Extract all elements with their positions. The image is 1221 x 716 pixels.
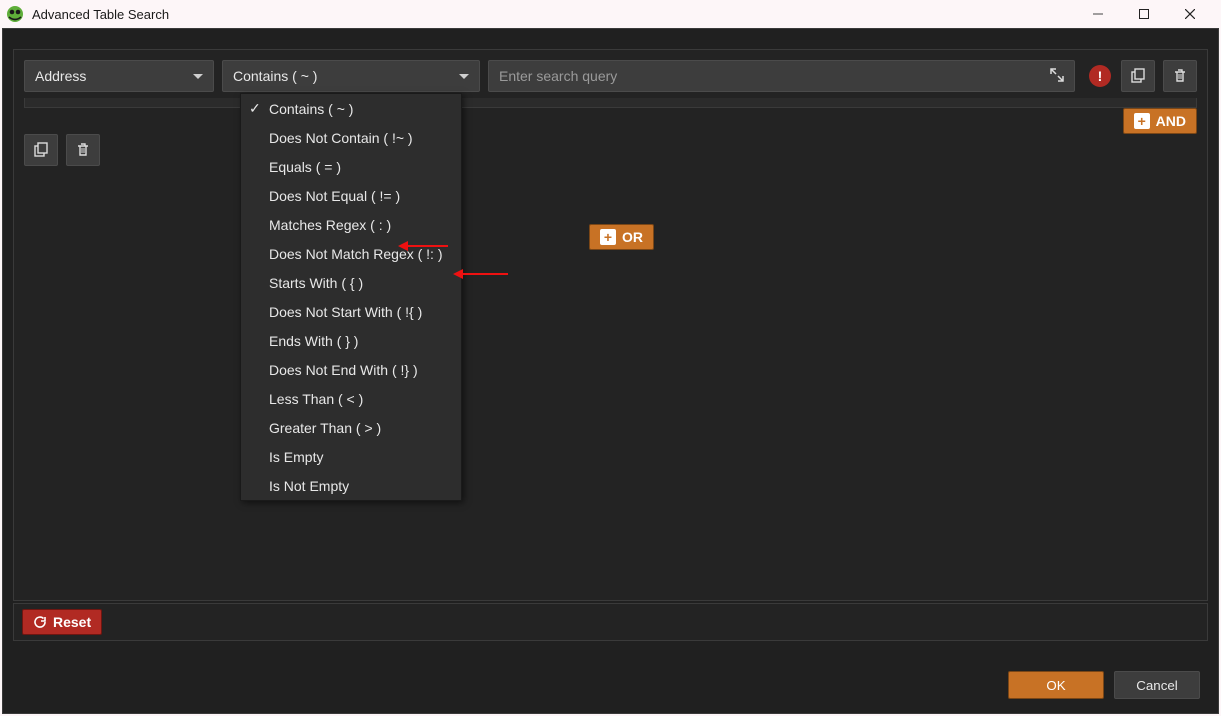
- criteria-row: Address Contains ( ~ ) !: [14, 50, 1207, 92]
- refresh-icon: [33, 615, 47, 629]
- add-and-label: AND: [1156, 113, 1186, 129]
- delete-group-button[interactable]: [66, 134, 100, 166]
- chevron-down-icon: [193, 74, 203, 79]
- add-and-button[interactable]: + AND: [1123, 108, 1197, 134]
- duplicate-rule-button[interactable]: [1121, 60, 1155, 92]
- search-field-wrap: [488, 60, 1075, 92]
- operator-option[interactable]: Greater Than ( > ): [241, 413, 461, 442]
- error-indicator-icon[interactable]: !: [1089, 65, 1111, 87]
- operator-option[interactable]: Is Empty: [241, 442, 461, 471]
- titlebar: Advanced Table Search: [0, 0, 1221, 28]
- minimize-button[interactable]: [1075, 0, 1121, 28]
- duplicate-group-button[interactable]: [24, 134, 58, 166]
- operator-option[interactable]: Less Than ( < ): [241, 384, 461, 413]
- reset-bar: Reset: [13, 603, 1208, 641]
- annotation-arrow: [398, 239, 448, 253]
- field-select[interactable]: Address: [24, 60, 214, 92]
- plus-icon: +: [600, 229, 616, 245]
- operator-option[interactable]: Contains ( ~ ): [241, 94, 461, 123]
- operator-dropdown: Contains ( ~ )Does Not Contain ( !~ )Equ…: [240, 93, 462, 501]
- app-body: Address Contains ( ~ ) !: [2, 28, 1219, 714]
- reset-button[interactable]: Reset: [22, 609, 102, 635]
- plus-icon: +: [1134, 113, 1150, 129]
- operator-option[interactable]: Equals ( = ): [241, 152, 461, 181]
- close-button[interactable]: [1167, 0, 1213, 28]
- group-actions: [14, 108, 1207, 166]
- operator-option[interactable]: Does Not End With ( !} ): [241, 355, 461, 384]
- chevron-down-icon: [459, 74, 469, 79]
- operator-option[interactable]: Is Not Empty: [241, 471, 461, 500]
- delete-rule-button[interactable]: [1163, 60, 1197, 92]
- ok-button[interactable]: OK: [1008, 671, 1104, 699]
- expand-icon[interactable]: [1050, 68, 1064, 85]
- operator-option[interactable]: Does Not Equal ( != ): [241, 181, 461, 210]
- add-or-label: OR: [622, 229, 643, 245]
- criteria-subbar: [24, 98, 1197, 108]
- operator-option[interactable]: Starts With ( { ): [241, 268, 461, 297]
- operator-option[interactable]: Ends With ( } ): [241, 326, 461, 355]
- operator-select-label: Contains ( ~ ): [233, 68, 459, 84]
- operator-option[interactable]: Matches Regex ( : ): [241, 210, 461, 239]
- search-input[interactable]: [499, 68, 1050, 84]
- annotation-arrow: [453, 267, 508, 281]
- cancel-button[interactable]: Cancel: [1114, 671, 1200, 699]
- window-title: Advanced Table Search: [32, 7, 169, 22]
- operator-option[interactable]: Does Not Start With ( !{ ): [241, 297, 461, 326]
- maximize-button[interactable]: [1121, 0, 1167, 28]
- add-or-button[interactable]: + OR: [589, 224, 654, 250]
- operator-option[interactable]: Does Not Contain ( !~ ): [241, 123, 461, 152]
- dialog-footer: OK Cancel: [3, 657, 1218, 713]
- app-icon: [6, 5, 24, 23]
- search-panel: Address Contains ( ~ ) !: [13, 49, 1208, 601]
- reset-label: Reset: [53, 614, 91, 630]
- operator-select[interactable]: Contains ( ~ ): [222, 60, 480, 92]
- field-select-label: Address: [35, 68, 193, 84]
